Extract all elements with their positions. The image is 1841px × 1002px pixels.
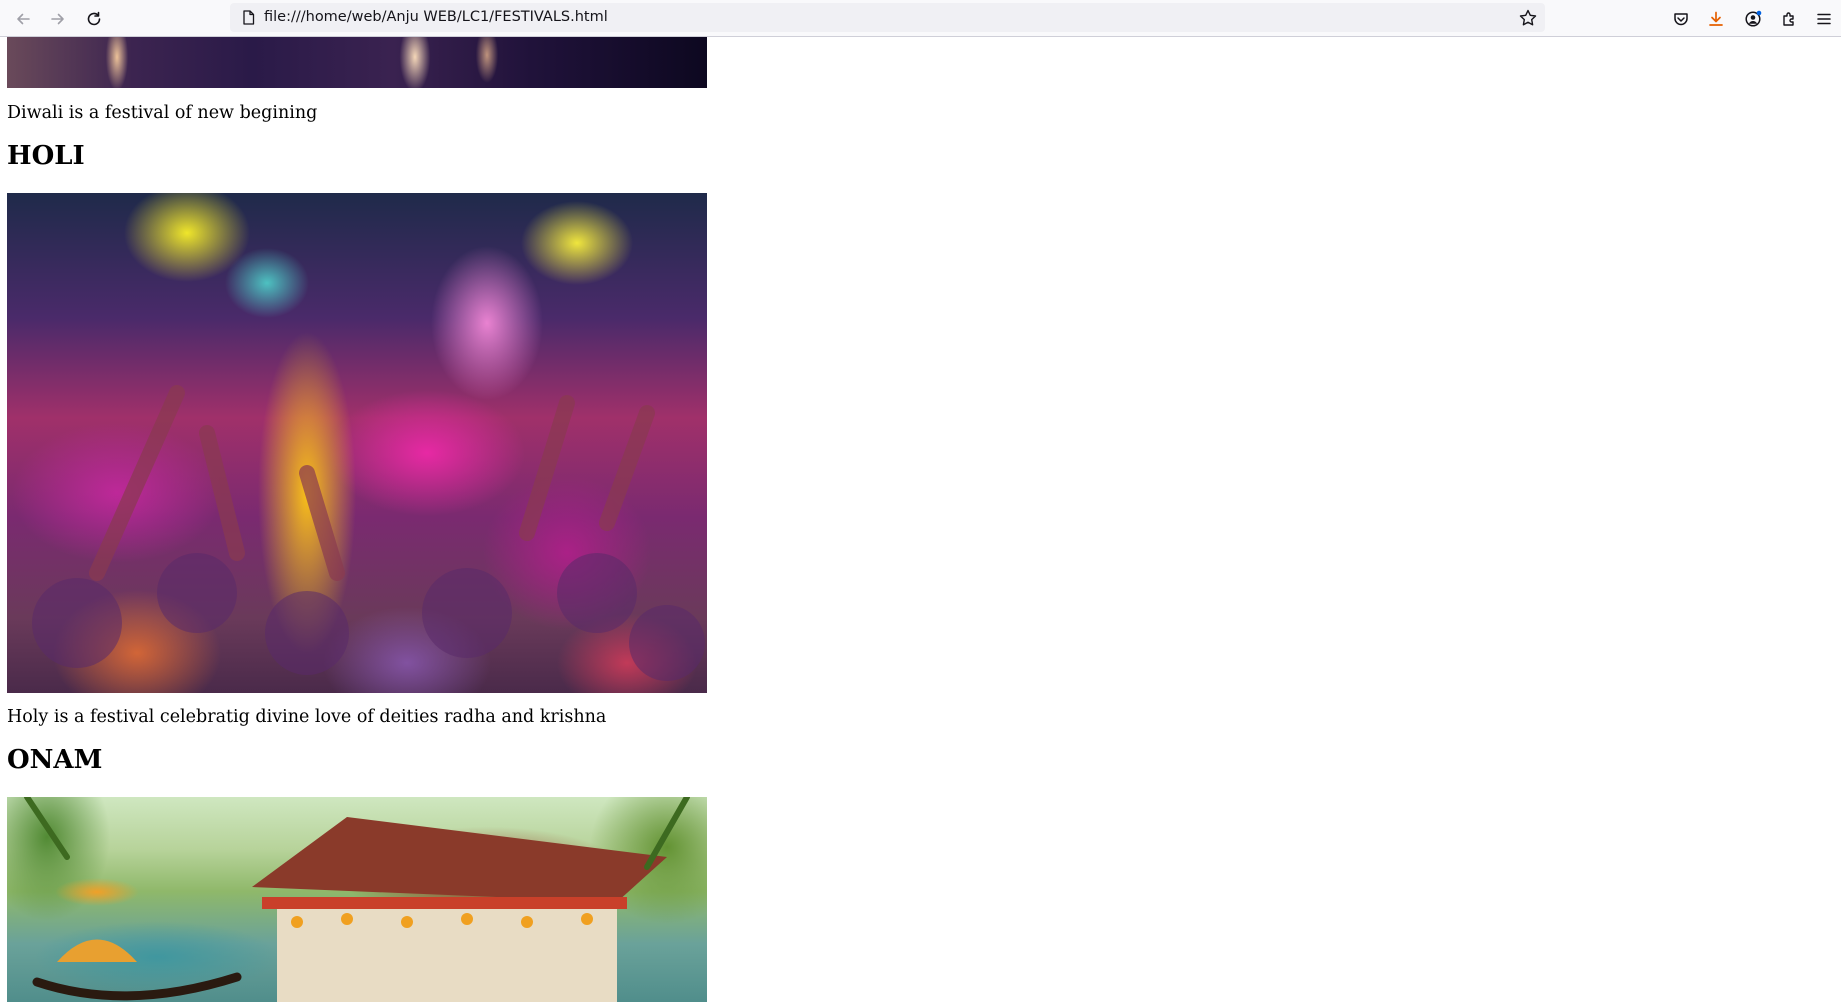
account-button[interactable]: [1738, 4, 1768, 34]
holi-crowd-illustration: [32, 385, 705, 681]
account-icon: [1745, 10, 1762, 27]
reload-icon: [87, 11, 101, 26]
extensions-icon: [1783, 12, 1794, 26]
pocket-button[interactable]: [1666, 4, 1696, 34]
download-icon: [1709, 11, 1723, 26]
holi-image: [7, 193, 707, 693]
onam-scene-illustration: [24, 797, 690, 1002]
arrow-right-icon: [51, 13, 64, 25]
holi-heading: HOLI: [7, 141, 85, 171]
holi-caption: Holy is a festival celebratig divine lov…: [7, 707, 607, 727]
onam-heading: ONAM: [7, 745, 103, 775]
menu-icon: [1817, 13, 1831, 25]
browser-toolbar: file:///home/web/Anju WEB/LC1/FESTIVALS.…: [0, 0, 1841, 37]
arrow-left-icon: [17, 13, 30, 25]
forward-button[interactable]: [43, 4, 73, 34]
onam-image: [7, 797, 707, 1002]
diwali-image: [7, 37, 707, 88]
url-text[interactable]: file:///home/web/Anju WEB/LC1/FESTIVALS.…: [264, 9, 608, 25]
reload-button[interactable]: [79, 4, 109, 34]
page-content: Diwali is a festival of new begining HOL…: [0, 37, 1841, 1002]
page-icon: [243, 10, 255, 25]
address-bar[interactable]: file:///home/web/Anju WEB/LC1/FESTIVALS.…: [230, 3, 1545, 32]
menu-button[interactable]: [1809, 4, 1839, 34]
pocket-icon: [1674, 13, 1688, 26]
extensions-button[interactable]: [1774, 4, 1804, 34]
downloads-button[interactable]: [1701, 4, 1731, 34]
bookmark-star-icon[interactable]: [1517, 7, 1539, 29]
back-button[interactable]: [8, 4, 38, 34]
diwali-caption: Diwali is a festival of new begining: [7, 103, 318, 123]
